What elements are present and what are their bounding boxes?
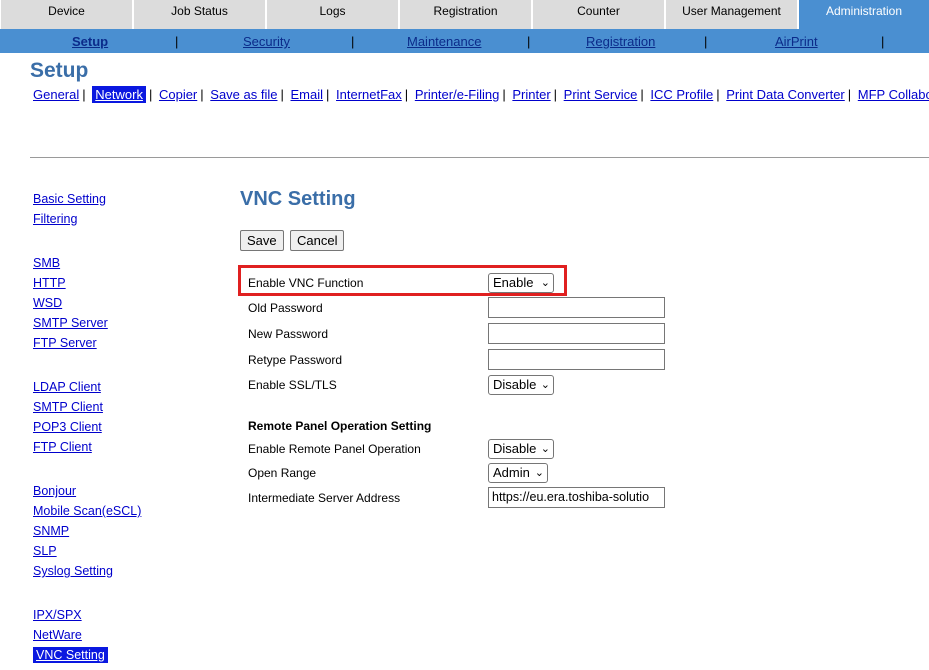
menu-syslog-setting[interactable]: Syslog Setting [33,564,113,578]
tab-counter[interactable]: Counter [532,0,664,29]
subnav-airprint[interactable]: AirPrint [775,34,818,49]
main-title: VNC Setting [240,188,356,210]
separator: | [847,87,852,102]
separator: | [716,87,720,102]
tab-device[interactable]: Device [0,0,132,29]
menu-smtp-server[interactable]: SMTP Server [33,316,108,330]
tab-logs[interactable]: Logs [266,0,398,29]
retype-password-field[interactable] [488,349,665,370]
category-print-service[interactable]: Print Service [564,87,638,102]
menu-smb[interactable]: SMB [33,256,60,270]
menu-basic-setting[interactable]: Basic Setting [33,192,106,206]
category-links: General | Network | Copier | Save as file | … [33,86,929,103]
remote-panel-section-heading: Remote Panel Operation Setting [248,419,432,433]
separator: | [326,87,330,102]
subnav-maintenance[interactable]: Maintenance [407,34,481,49]
separator: | [200,87,204,102]
tab-registration[interactable]: Registration [399,0,531,29]
separator: | [404,87,409,102]
subnav-separator: | [704,34,708,49]
menu-smtp-client[interactable]: SMTP Client [33,400,103,414]
separator: | [148,87,153,102]
menu-netware[interactable]: NetWare [33,628,82,642]
enable-vnc-label: Enable VNC Function [248,276,364,290]
server-address-field[interactable]: https://eu.era.toshiba-solutio [488,487,665,508]
subnav-separator: | [175,34,179,49]
enable-vnc-select[interactable]: Enable ⌄ [488,273,554,293]
remote-enable-value: Disable [493,441,537,456]
chevron-down-icon: ⌄ [540,277,550,289]
category-general[interactable]: General [33,87,79,102]
retype-password-label: Retype Password [248,353,343,367]
menu-mobile-scan[interactable]: Mobile Scan(eSCL) [33,504,141,518]
tab-job-status[interactable]: Job Status [133,0,265,29]
category-email[interactable]: Email [291,87,324,102]
subnav-security[interactable]: Security [243,34,290,49]
menu-pop3-client[interactable]: POP3 Client [33,420,102,434]
category-icc-profile[interactable]: ICC Profile [650,87,713,102]
enable-vnc-value: Enable [493,275,534,290]
menu-http[interactable]: HTTP [33,276,66,290]
menu-filtering[interactable]: Filtering [33,212,77,226]
separator: | [502,87,506,102]
menu-vnc-setting[interactable]: VNC Setting [33,647,108,663]
menu-snmp[interactable]: SNMP [33,524,69,538]
save-button[interactable]: Save [240,230,284,251]
sub-navigation: Setup | Security | Maintenance | Registr… [0,29,929,53]
category-printer[interactable]: Printer [512,87,550,102]
remote-enable-label: Enable Remote Panel Operation [248,442,421,456]
ssl-value: Disable [493,377,537,392]
tab-user-management[interactable]: User Management [665,0,797,29]
subnav-separator: | [881,34,885,49]
separator: | [640,87,644,102]
menu-bonjour[interactable]: Bonjour [33,484,76,498]
subnav-setup[interactable]: Setup [72,34,108,49]
top-tab-bar: Device Job Status Logs Registration Coun… [0,0,929,29]
menu-ldap-client[interactable]: LDAP Client [33,380,101,394]
menu-wsd[interactable]: WSD [33,296,62,310]
new-password-label: New Password [248,327,329,341]
open-range-value: Admin [493,465,530,480]
menu-ftp-server[interactable]: FTP Server [33,336,97,350]
page-title: Setup [30,59,89,82]
menu-ftp-client[interactable]: FTP Client [33,440,92,454]
category-print-data-converter[interactable]: Print Data Converter [726,87,845,102]
category-internetfax[interactable]: InternetFax [336,87,402,102]
category-copier[interactable]: Copier [159,87,197,102]
subnav-separator: | [527,34,531,49]
open-range-label: Open Range [248,466,317,480]
menu-ipx-spx[interactable]: IPX/SPX [33,608,82,622]
new-password-field[interactable] [488,323,665,344]
separator: | [82,87,86,102]
chevron-down-icon: ⌄ [540,379,550,391]
remote-enable-select[interactable]: Disable ⌄ [488,439,554,459]
server-address-label: Intermediate Server Address [248,491,401,505]
separator: | [280,87,284,102]
separator: | [553,87,558,102]
category-save-as-file[interactable]: Save as file [210,87,277,102]
old-password-label: Old Password [248,301,323,315]
category-network[interactable]: Network [92,86,146,103]
tab-administration[interactable]: Administration [798,0,929,29]
category-mfp-collaboration[interactable]: MFP Collaborat [858,87,929,102]
menu-slp[interactable]: SLP [33,544,57,558]
open-range-select[interactable]: Admin ⌄ [488,463,548,483]
chevron-down-icon: ⌄ [534,467,544,479]
subnav-registration[interactable]: Registration [586,34,655,49]
old-password-field[interactable] [488,297,665,318]
ssl-label: Enable SSL/TLS [248,378,337,392]
category-printer-efiling[interactable]: Printer/e-Filing [415,87,500,102]
ssl-select[interactable]: Disable ⌄ [488,375,554,395]
chevron-down-icon: ⌄ [540,443,550,455]
cancel-button[interactable]: Cancel [290,230,345,251]
divider [30,157,929,158]
subnav-separator: | [351,34,355,49]
